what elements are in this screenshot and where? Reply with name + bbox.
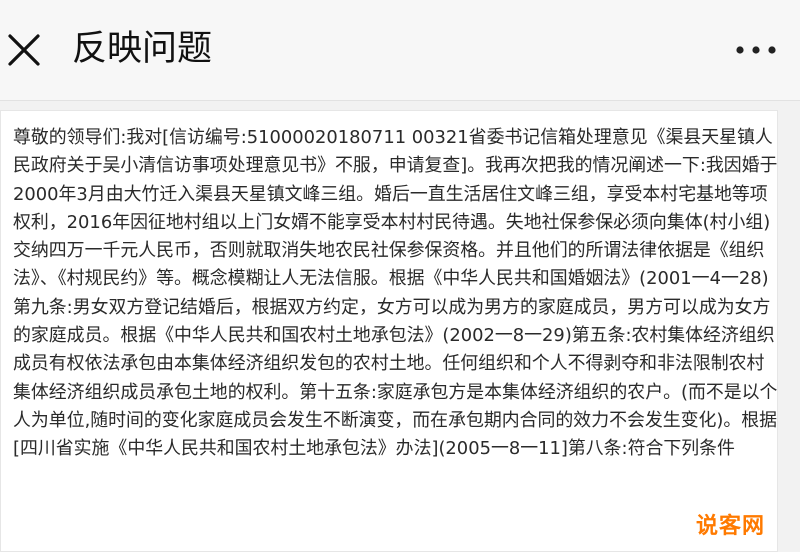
more-dots-icon: [736, 46, 776, 54]
complaint-body-text: 尊敬的领导们:我对[信访编号:51000020180711 00321省委书记信…: [13, 127, 778, 460]
close-button[interactable]: [6, 32, 42, 68]
more-options-button[interactable]: [732, 38, 782, 62]
page-title: 反映问题: [72, 29, 213, 69]
content-card: 尊敬的领导们:我对[信访编号:51000020180711 00321省委书记信…: [0, 110, 778, 552]
close-icon: [8, 34, 40, 66]
top-bar: 反映问题: [0, 0, 800, 101]
site-watermark: 说客网: [689, 507, 771, 541]
